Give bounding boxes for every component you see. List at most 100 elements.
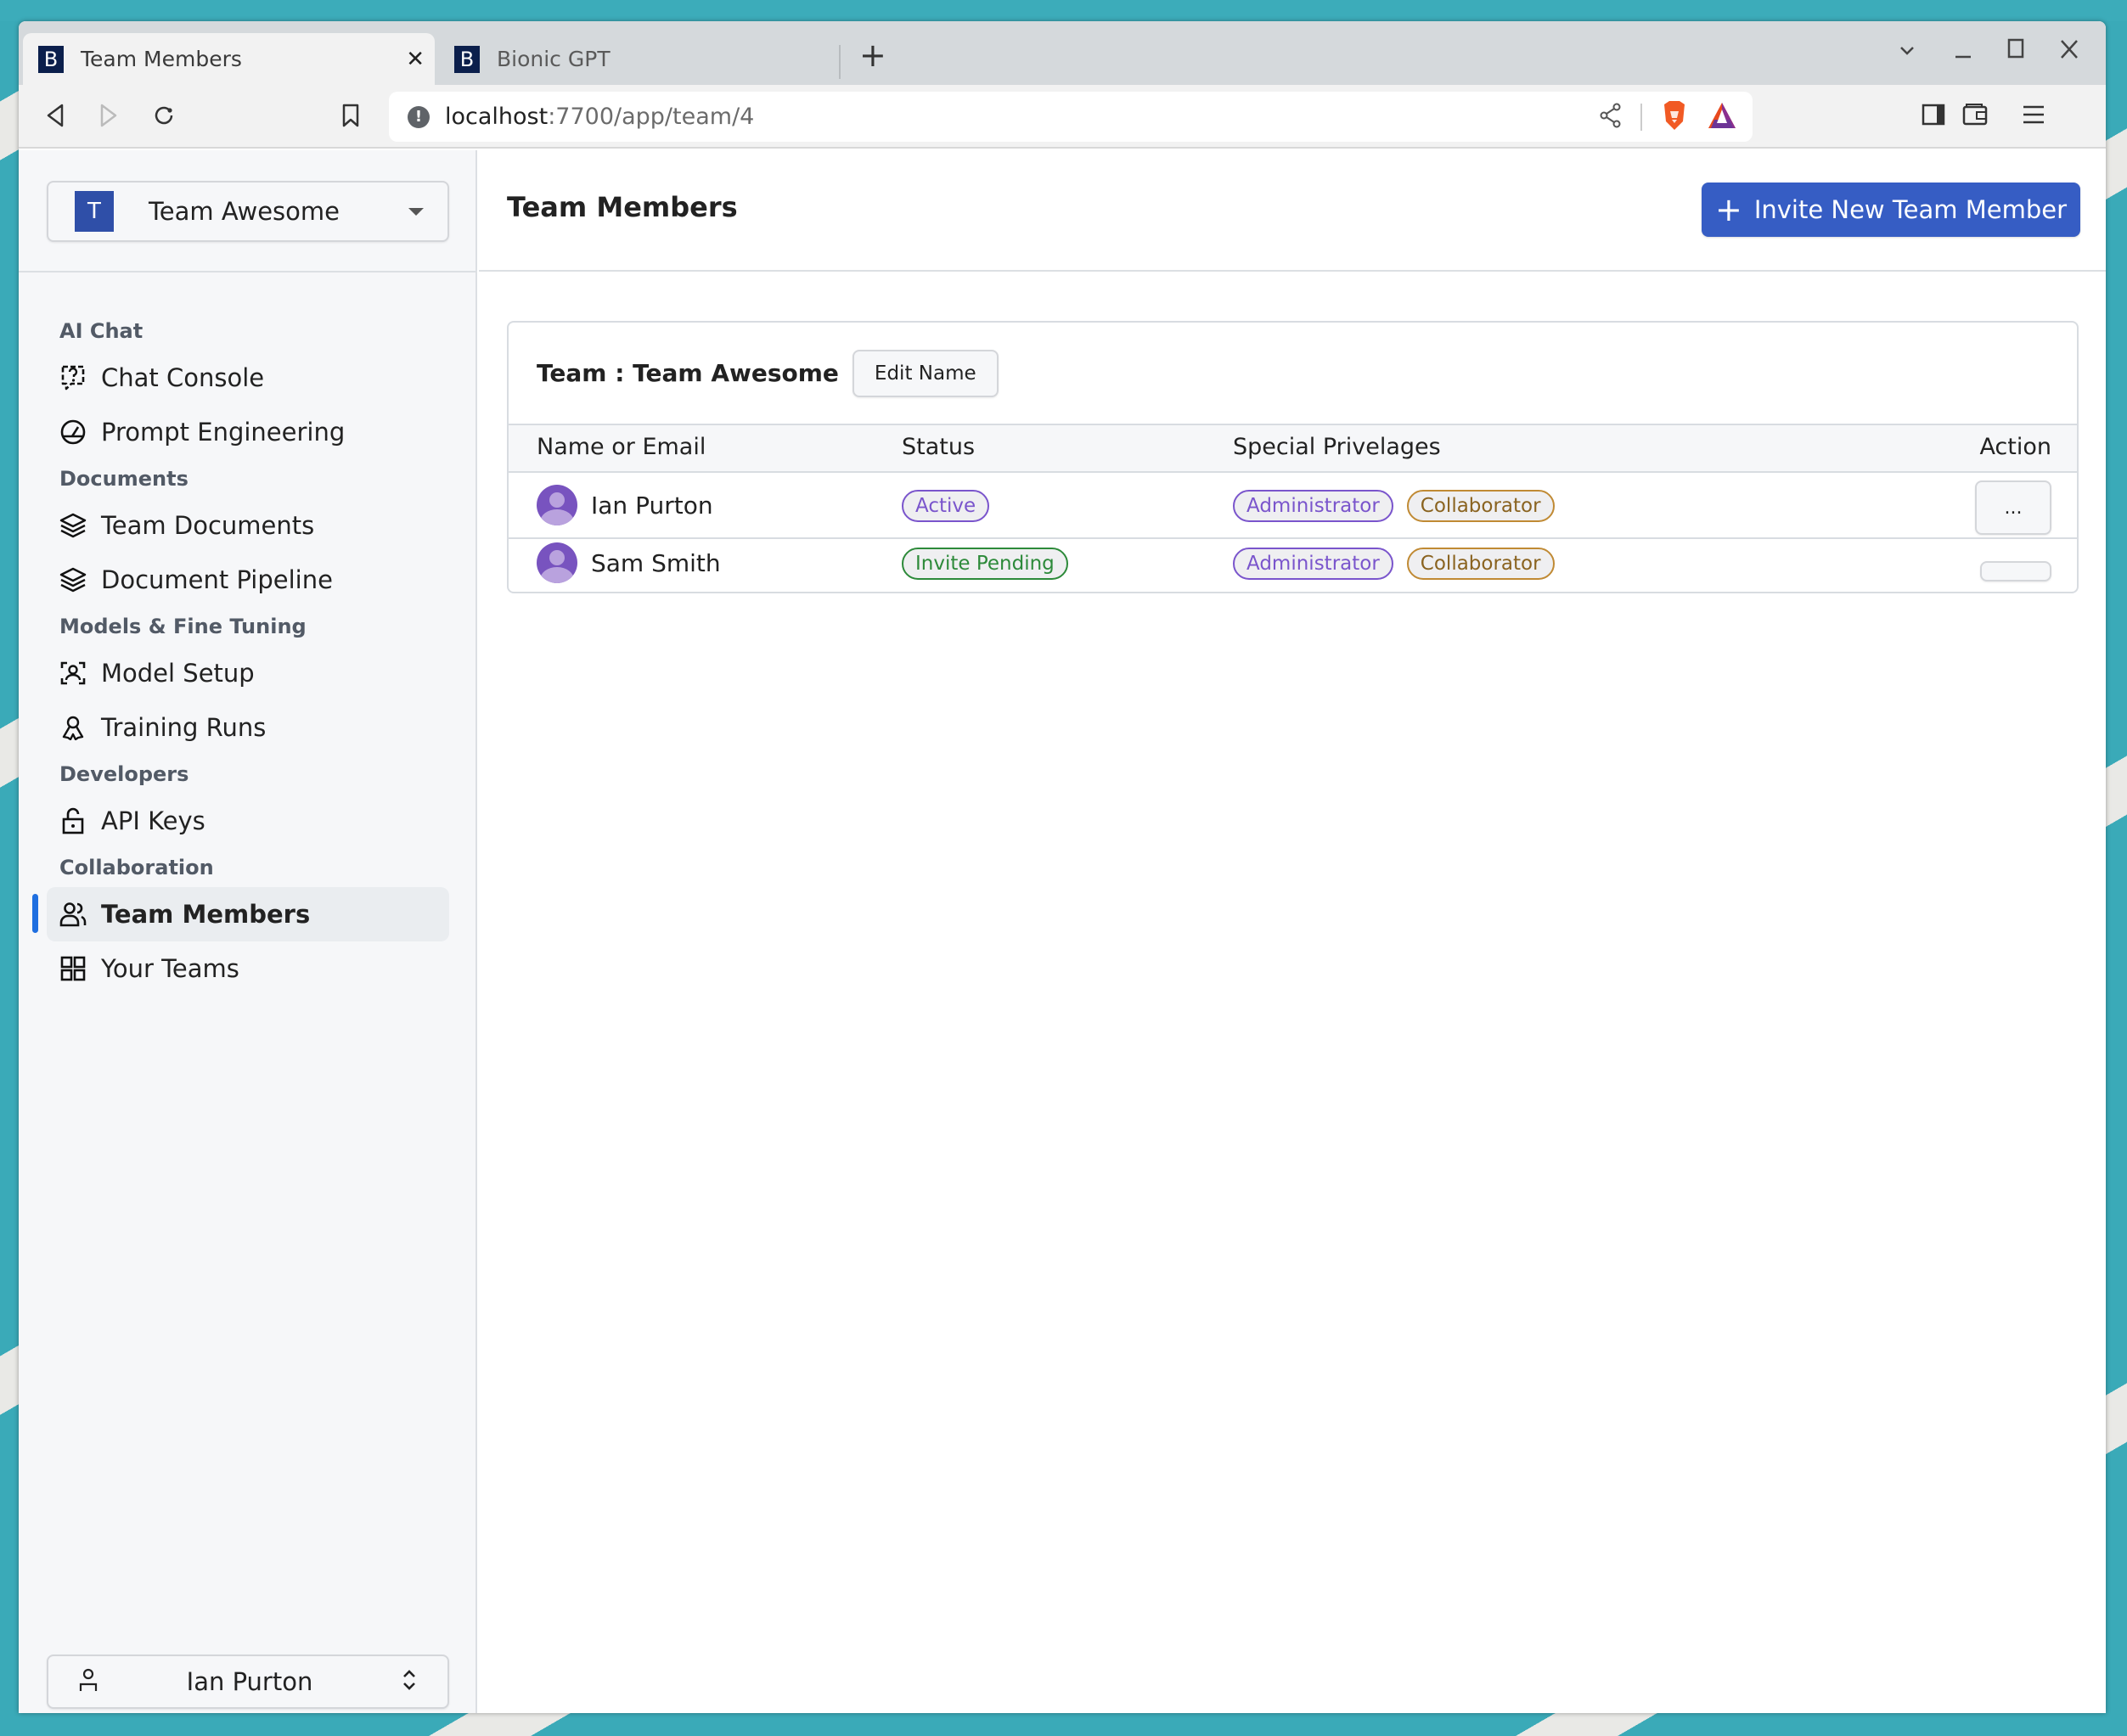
back-button[interactable] bbox=[40, 100, 70, 131]
tab-bar: B Team Members ✕ B Bionic GPT + bbox=[19, 21, 2106, 85]
sidebar: T Team Awesome AI Chat Chat Console Prom… bbox=[19, 150, 477, 1713]
sidebar-item-label: Chat Console bbox=[101, 363, 265, 392]
status-cell: Active bbox=[902, 490, 1003, 522]
edit-name-button[interactable]: Edit Name bbox=[852, 349, 999, 397]
avatar bbox=[537, 485, 577, 525]
column-header-name: Name or Email bbox=[537, 434, 706, 460]
team-members-card: Team : Team Awesome Edit Name Name or Em… bbox=[507, 321, 2079, 593]
team-switcher[interactable]: T Team Awesome bbox=[47, 181, 449, 242]
sidebar-item-team-members[interactable]: Team Members bbox=[32, 887, 449, 941]
menu-icon[interactable] bbox=[2021, 102, 2046, 131]
reload-icon bbox=[155, 106, 173, 125]
column-header-privileges: Special Privelages bbox=[1233, 434, 1441, 460]
back-icon bbox=[47, 104, 64, 127]
main-content: Team Members + Invite New Team Member Te… bbox=[479, 150, 2106, 1713]
tab-title: Bionic GPT bbox=[497, 47, 611, 71]
row-actions-button[interactable] bbox=[1980, 561, 2051, 581]
row-actions-button[interactable]: ... bbox=[1975, 480, 2051, 535]
team-name: Team Awesome bbox=[148, 197, 340, 226]
section-documents: Documents bbox=[59, 467, 189, 491]
avatar bbox=[537, 542, 577, 583]
caret-down-icon bbox=[408, 207, 424, 216]
reload-button[interactable] bbox=[149, 100, 179, 131]
sidebar-item-label: Your Teams bbox=[101, 954, 239, 983]
column-header-action: Action bbox=[1979, 434, 2051, 460]
tab-team-members[interactable]: B Team Members ✕ bbox=[23, 33, 435, 85]
sidebar-item-label: Model Setup bbox=[101, 659, 255, 688]
brave-rewards-icon[interactable] bbox=[1707, 101, 1737, 133]
status-badge: Invite Pending bbox=[902, 548, 1068, 580]
column-header-status: Status bbox=[902, 434, 976, 460]
status-badge: Active bbox=[902, 490, 990, 522]
section-models: Models & Fine Tuning bbox=[59, 615, 307, 638]
user-icon bbox=[79, 1668, 98, 1695]
bookmark-button[interactable] bbox=[335, 100, 366, 131]
member-name: Ian Purton bbox=[591, 491, 713, 520]
sidebar-item-label: Team Members bbox=[101, 900, 311, 929]
sidebar-divider bbox=[19, 271, 475, 272]
brave-shields-icon[interactable] bbox=[1661, 99, 1688, 135]
sidebar-item-api-keys[interactable]: API Keys bbox=[47, 794, 449, 848]
grid-icon bbox=[59, 954, 87, 983]
tab-list-chevron-down-icon[interactable] bbox=[1897, 40, 1917, 66]
layers-icon bbox=[59, 511, 87, 540]
sidebar-toggle-icon[interactable] bbox=[1921, 102, 1946, 131]
sidebar-item-chat-console[interactable]: Chat Console bbox=[47, 351, 449, 405]
desktop-background bbox=[0, 0, 2127, 21]
page-title: Team Members bbox=[507, 191, 738, 223]
chat-question-icon bbox=[59, 363, 87, 392]
sidebar-item-prompt-engineering[interactable]: Prompt Engineering bbox=[47, 405, 449, 459]
gauge-icon bbox=[59, 418, 87, 447]
table-row: Sam Smith Invite Pending Administrator C… bbox=[509, 539, 2077, 590]
sidebar-item-training-runs[interactable]: Training Runs bbox=[47, 700, 449, 755]
sidebar-item-label: API Keys bbox=[101, 806, 205, 835]
privilege-badge-collaborator: Collaborator bbox=[1406, 490, 1555, 522]
member-cell: Sam Smith bbox=[537, 542, 721, 583]
favicon-icon: B bbox=[454, 45, 480, 73]
close-tab-icon[interactable]: ✕ bbox=[406, 47, 425, 72]
users-icon bbox=[59, 900, 87, 929]
tab-bionic-gpt[interactable]: B Bionic GPT bbox=[439, 33, 855, 85]
tab-title: Team Members bbox=[81, 47, 242, 71]
privilege-badge-collaborator: Collaborator bbox=[1406, 548, 1555, 580]
user-switcher[interactable]: Ian Purton bbox=[47, 1655, 449, 1709]
member-cell: Ian Purton bbox=[537, 485, 713, 525]
share-icon[interactable] bbox=[1600, 103, 1622, 132]
window-close-icon[interactable] bbox=[2058, 38, 2080, 66]
address-bar[interactable]: ! localhost:7700/app/team/4 bbox=[389, 92, 1753, 142]
url-icons-divider bbox=[1640, 104, 1642, 131]
bookmark-icon bbox=[342, 104, 359, 127]
tab-separator bbox=[839, 45, 841, 79]
favicon-icon: B bbox=[38, 45, 64, 73]
privileges-cell: Administrator Collaborator bbox=[1233, 490, 1568, 522]
sidebar-item-label: Team Documents bbox=[101, 511, 315, 540]
invite-button-label: Invite New Team Member bbox=[1753, 195, 2068, 224]
team-avatar: T bbox=[75, 191, 114, 232]
sidebar-item-model-setup[interactable]: Model Setup bbox=[47, 646, 449, 700]
sidebar-item-label: Training Runs bbox=[101, 713, 267, 742]
app: T Team Awesome AI Chat Chat Console Prom… bbox=[19, 150, 2106, 1713]
invite-team-member-button[interactable]: + Invite New Team Member bbox=[1702, 183, 2080, 237]
privilege-badge-administrator: Administrator bbox=[1233, 490, 1393, 522]
status-cell: Invite Pending bbox=[902, 548, 1082, 580]
sidebar-item-team-documents[interactable]: Team Documents bbox=[47, 498, 449, 553]
browser-window: B Team Members ✕ B Bionic GPT + ! localh… bbox=[19, 21, 2106, 1713]
section-ai-chat: AI Chat bbox=[59, 319, 143, 343]
new-tab-button[interactable]: + bbox=[859, 37, 886, 74]
section-collaboration: Collaboration bbox=[59, 856, 214, 879]
table-row: Ian Purton Active Administrator Collabor… bbox=[509, 473, 2077, 539]
site-info-icon[interactable]: ! bbox=[408, 105, 430, 128]
sidebar-item-your-teams[interactable]: Your Teams bbox=[47, 941, 449, 996]
section-developers: Developers bbox=[59, 762, 189, 786]
card-header: Team : Team Awesome Edit Name bbox=[509, 323, 2077, 425]
sidebar-item-document-pipeline[interactable]: Document Pipeline bbox=[47, 553, 449, 607]
maximize-icon[interactable] bbox=[2006, 38, 2026, 66]
team-title: Team : Team Awesome bbox=[537, 359, 839, 387]
wallet-icon[interactable] bbox=[1961, 102, 1989, 131]
browser-toolbar: ! localhost:7700/app/team/4 bbox=[19, 85, 2106, 149]
minimize-icon[interactable] bbox=[1953, 40, 1973, 66]
forward-button[interactable] bbox=[93, 100, 124, 131]
sidebar-nav: AI Chat Chat Console Prompt Engineering … bbox=[19, 312, 475, 996]
url-host: localhost bbox=[445, 104, 549, 130]
privileges-cell: Administrator Collaborator bbox=[1233, 548, 1568, 580]
